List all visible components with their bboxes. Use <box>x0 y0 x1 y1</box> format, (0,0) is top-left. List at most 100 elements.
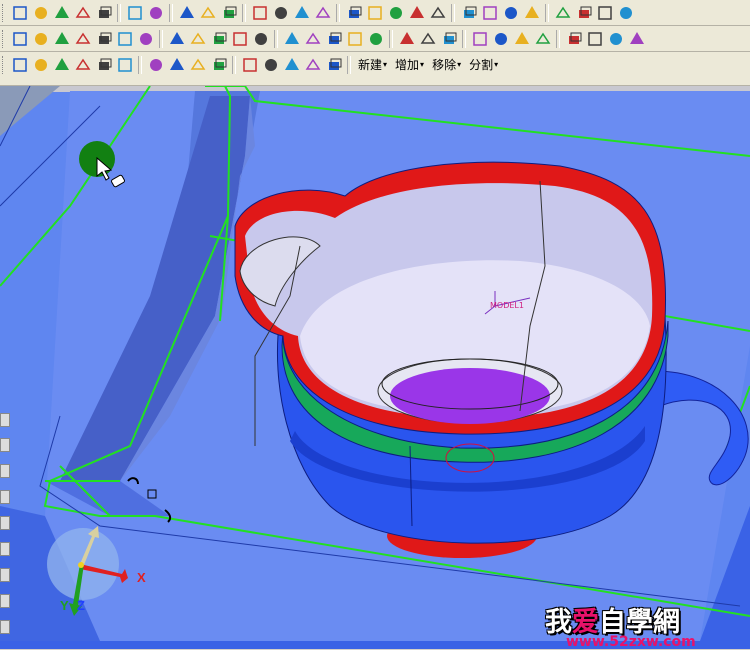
filter-edge-icon[interactable] <box>73 55 92 74</box>
filter-add-icon[interactable] <box>31 55 50 74</box>
circle-tool-icon[interactable] <box>240 55 259 74</box>
view-iso-icon[interactable] <box>313 3 332 22</box>
wireframe-box-icon[interactable] <box>125 3 144 22</box>
chevron-down-icon: ▾ <box>494 60 499 69</box>
toolbar-separator <box>451 3 455 22</box>
mirror-icon[interactable] <box>282 29 301 48</box>
cube-outline-icon[interactable] <box>480 3 499 22</box>
view-front-icon[interactable] <box>250 3 269 22</box>
split-face-icon[interactable] <box>439 29 458 48</box>
fillet-icon[interactable] <box>188 29 207 48</box>
arrow-right-icon[interactable] <box>428 3 447 22</box>
toolbar-separator <box>159 29 163 48</box>
line-tool-icon[interactable] <box>553 3 572 22</box>
revolve-icon[interactable] <box>52 29 71 48</box>
spotlight-icon[interactable] <box>344 3 363 22</box>
selection-list-icon[interactable] <box>146 55 165 74</box>
tangent-icon[interactable] <box>324 55 343 74</box>
3d-viewport[interactable]: MODEL1 X Y Z <box>0 86 750 649</box>
copy-icon[interactable] <box>470 29 489 48</box>
trim-icon[interactable] <box>324 29 343 48</box>
grid-icon[interactable] <box>209 55 228 74</box>
draft-icon[interactable] <box>167 29 186 48</box>
toolbar-features <box>0 26 750 52</box>
bolt-icon[interactable] <box>606 29 625 48</box>
side-tool-button[interactable] <box>0 490 10 504</box>
zoom-in-icon[interactable] <box>52 3 71 22</box>
layers-icon[interactable] <box>177 3 196 22</box>
toolbar-separator <box>138 55 142 74</box>
replace-icon[interactable] <box>533 29 552 48</box>
point-icon[interactable] <box>574 3 593 22</box>
offset-icon[interactable] <box>397 29 416 48</box>
sketch-icon[interactable] <box>10 29 29 48</box>
square-tool-icon[interactable] <box>261 55 280 74</box>
pattern-icon[interactable] <box>251 29 270 48</box>
light-bulb-yellow-icon[interactable] <box>386 3 405 22</box>
side-tool-button[interactable] <box>0 620 10 634</box>
toolbar-separator <box>232 55 236 74</box>
side-tool-button[interactable] <box>0 516 10 530</box>
toolbar-separator <box>462 29 466 48</box>
view-top-icon[interactable] <box>271 3 290 22</box>
model-label: MODEL1 <box>490 301 524 310</box>
menu-dropdown-0[interactable]: 新建 ▾ <box>354 55 391 74</box>
menu-label: 新建 <box>358 58 383 72</box>
surface-icon[interactable] <box>366 29 385 48</box>
side-tool-button[interactable] <box>0 438 10 452</box>
cube-corner-icon[interactable] <box>522 3 541 22</box>
report-icon[interactable] <box>188 55 207 74</box>
scene-canvas[interactable] <box>0 86 750 649</box>
side-tool-button[interactable] <box>0 594 10 608</box>
filter-body-icon[interactable] <box>115 55 134 74</box>
paint-brush-icon[interactable] <box>219 3 238 22</box>
loft-icon[interactable] <box>94 29 113 48</box>
pan-icon[interactable] <box>94 3 113 22</box>
thicken-icon[interactable] <box>418 29 437 48</box>
side-tool-button[interactable] <box>0 568 10 582</box>
filter-face-icon[interactable] <box>94 55 113 74</box>
light-bulb-icon[interactable] <box>365 3 384 22</box>
toolbar-grip[interactable] <box>2 3 6 22</box>
target-icon[interactable] <box>595 3 614 22</box>
chamfer-icon[interactable] <box>209 29 228 48</box>
filter-icon[interactable] <box>10 55 29 74</box>
paste-icon[interactable] <box>491 29 510 48</box>
menu-dropdown-2[interactable]: 移除 ▾ <box>428 55 465 74</box>
view-side-icon[interactable] <box>292 3 311 22</box>
side-tool-button[interactable] <box>0 542 10 556</box>
toolbar-grip[interactable] <box>2 55 6 74</box>
zoom-out-icon[interactable] <box>73 3 92 22</box>
intersect-icon[interactable] <box>345 29 364 48</box>
fill-region-icon[interactable] <box>303 55 322 74</box>
toolbar-separator <box>336 3 340 22</box>
menu-dropdown-3[interactable]: 分割 ▾ <box>465 55 502 74</box>
solid-cube-icon[interactable] <box>459 3 478 22</box>
shaded-box-icon[interactable] <box>146 3 165 22</box>
menu-dropdown-1[interactable]: 增加 ▾ <box>391 55 428 74</box>
cube-dashed-icon[interactable] <box>501 3 520 22</box>
chevron-down-icon: ▾ <box>420 60 425 69</box>
move-face-icon[interactable] <box>564 29 583 48</box>
watermark-url: www.52zxw.com <box>566 634 696 650</box>
ruler-icon[interactable] <box>616 3 635 22</box>
glasses-icon[interactable] <box>10 3 29 22</box>
merge-icon[interactable] <box>303 29 322 48</box>
polygon-icon[interactable] <box>282 55 301 74</box>
extrude-icon[interactable] <box>31 29 50 48</box>
arrow-left-icon[interactable] <box>407 3 426 22</box>
solidify-icon[interactable] <box>512 29 531 48</box>
fill-color-icon[interactable] <box>198 3 217 22</box>
table-icon[interactable] <box>167 55 186 74</box>
hole-icon[interactable] <box>230 29 249 48</box>
shell-icon[interactable] <box>136 29 155 48</box>
sweep-icon[interactable] <box>73 29 92 48</box>
zoom-window-icon[interactable] <box>31 3 50 22</box>
rib-icon[interactable] <box>115 29 134 48</box>
toolbar-grip[interactable] <box>2 29 6 48</box>
side-tool-button[interactable] <box>0 413 10 427</box>
side-tool-button[interactable] <box>0 464 10 478</box>
filter-remove-icon[interactable] <box>52 55 71 74</box>
gear-icon[interactable] <box>627 29 646 48</box>
delete-face-icon[interactable] <box>585 29 604 48</box>
